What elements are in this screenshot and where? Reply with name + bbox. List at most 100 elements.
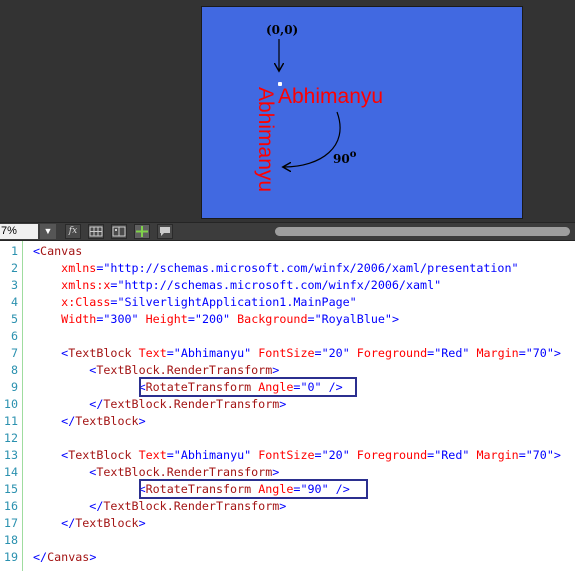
code-token: xmlns:x bbox=[61, 278, 111, 292]
grid-split-icon[interactable] bbox=[111, 224, 127, 239]
line-number: 15 bbox=[3, 482, 18, 496]
code-token: Foreground bbox=[356, 448, 428, 462]
code-text: </TextBlock.RenderTransform> bbox=[33, 396, 286, 413]
code-token: Width bbox=[61, 312, 97, 326]
code-token: "http://schemas.microsoft.com/winfx/2006… bbox=[103, 261, 519, 275]
code-token: > bbox=[553, 448, 561, 462]
code-token: "Red" bbox=[434, 448, 470, 462]
line-number: 7 bbox=[10, 346, 18, 360]
highlight-box-line-15 bbox=[139, 479, 368, 499]
code-line[interactable]: 12 bbox=[0, 430, 575, 447]
code-line[interactable]: 3 xmlns:x="http://schemas.microsoft.com/… bbox=[0, 277, 575, 294]
fx-icon[interactable]: fx bbox=[65, 224, 81, 239]
canvas-preview[interactable]: (0,0) Abhimanyu Abhimanyu 90o bbox=[201, 6, 523, 219]
code-token: = bbox=[166, 346, 174, 360]
angle-label: 90o bbox=[333, 149, 357, 166]
code-line[interactable]: 19 </Canvas> bbox=[0, 549, 575, 566]
code-token: > bbox=[272, 465, 280, 479]
scrollbar-thumb[interactable] bbox=[275, 227, 570, 236]
code-token: Margin bbox=[476, 448, 519, 462]
code-token: Background bbox=[237, 312, 308, 326]
degree-mark: o bbox=[349, 149, 357, 160]
code-token: "200" bbox=[194, 312, 231, 326]
code-token: "http://schemas.microsoft.com/winfx/2006… bbox=[117, 278, 442, 292]
comment-icon[interactable] bbox=[157, 224, 173, 239]
code-token: "20" bbox=[321, 346, 350, 360]
code-line[interactable]: 11 </TextBlock> bbox=[0, 413, 575, 430]
line-number: 13 bbox=[3, 448, 18, 462]
code-line[interactable]: 5 Width="300" Height="200" Background="R… bbox=[0, 311, 575, 328]
code-line[interactable]: 17 </TextBlock> bbox=[0, 515, 575, 532]
rotation-arrow bbox=[284, 111, 341, 167]
design-surface[interactable]: (0,0) Abhimanyu Abhimanyu 90o bbox=[0, 0, 575, 222]
line-number: 3 bbox=[10, 278, 18, 292]
code-token: TextBlock.RenderTransform bbox=[96, 363, 273, 377]
code-text: xmlns="http://schemas.microsoft.com/winf… bbox=[33, 260, 519, 277]
code-text: <TextBlock Text="Abhimanyu" FontSize="20… bbox=[33, 345, 561, 362]
code-token: > bbox=[138, 516, 146, 530]
code-token: Height bbox=[145, 312, 188, 326]
code-token: = bbox=[314, 346, 322, 360]
line-number: 16 bbox=[3, 499, 18, 513]
snap-icon[interactable] bbox=[134, 224, 150, 239]
code-token: "70" bbox=[525, 448, 554, 462]
code-token: FontSize bbox=[258, 346, 315, 360]
code-line[interactable]: 1 <Canvas bbox=[0, 243, 575, 260]
code-line[interactable]: 6 bbox=[0, 328, 575, 345]
angle-value: 90 bbox=[333, 152, 350, 166]
code-token: = bbox=[187, 312, 195, 326]
line-number: 19 bbox=[3, 550, 18, 564]
code-token: = bbox=[314, 448, 322, 462]
code-token: TextBlock.RenderTransform bbox=[96, 465, 273, 479]
code-text: </Canvas> bbox=[33, 549, 96, 566]
code-text: <Canvas bbox=[33, 243, 82, 260]
code-token: </ bbox=[33, 550, 48, 564]
code-token: "RoyalBlue" bbox=[314, 312, 392, 326]
code-token: Margin bbox=[476, 346, 519, 360]
code-line[interactable]: 7 <TextBlock Text="Abhimanyu" FontSize="… bbox=[0, 345, 575, 362]
code-token: TextBlock bbox=[75, 414, 139, 428]
code-text: xmlns:x="http://schemas.microsoft.com/wi… bbox=[33, 277, 441, 294]
code-token: "20" bbox=[321, 448, 350, 462]
line-number: 14 bbox=[3, 465, 18, 479]
textblock-rotated-0[interactable]: Abhimanyu bbox=[278, 86, 383, 107]
code-line[interactable]: 18 bbox=[0, 532, 575, 549]
line-number: 10 bbox=[3, 397, 18, 411]
line-number: 6 bbox=[10, 329, 18, 343]
code-token: = bbox=[518, 346, 526, 360]
line-number: 2 bbox=[10, 261, 18, 275]
code-token: TextBlock bbox=[68, 448, 132, 462]
code-token: </ bbox=[89, 397, 104, 411]
code-line[interactable]: 2 xmlns="http://schemas.microsoft.com/wi… bbox=[0, 260, 575, 277]
code-token: "Abhimanyu" bbox=[173, 346, 252, 360]
line-number: 5 bbox=[10, 312, 18, 326]
line-number: 17 bbox=[3, 516, 18, 530]
code-line[interactable]: 4 x:Class="SilverlightApplication1.MainP… bbox=[0, 294, 575, 311]
code-token: "70" bbox=[525, 346, 554, 360]
code-token: TextBlock bbox=[68, 346, 132, 360]
dropdown-icon[interactable]: ▼ bbox=[40, 224, 56, 239]
code-token: > bbox=[138, 414, 146, 428]
line-number: 8 bbox=[10, 363, 18, 377]
line-number: 18 bbox=[3, 533, 18, 547]
code-token: </ bbox=[89, 499, 104, 513]
designer-toolbar: 7% ▼ fx bbox=[0, 222, 575, 241]
code-token: > bbox=[391, 312, 400, 326]
grid-icon[interactable] bbox=[88, 224, 104, 239]
code-token: < bbox=[33, 244, 41, 258]
code-token: "300" bbox=[103, 312, 139, 326]
zoom-input[interactable]: 7% bbox=[0, 224, 38, 239]
code-line[interactable]: 10 </TextBlock.RenderTransform> bbox=[0, 396, 575, 413]
code-token: TextBlock.RenderTransform bbox=[103, 397, 280, 411]
code-line[interactable]: 13 <TextBlock Text="Abhimanyu" FontSize=… bbox=[0, 447, 575, 464]
code-text: </TextBlock.RenderTransform> bbox=[33, 498, 286, 515]
code-line[interactable]: 16 </TextBlock.RenderTransform> bbox=[0, 498, 575, 515]
line-number: 1 bbox=[10, 244, 18, 258]
code-token: Canvas bbox=[47, 550, 90, 564]
textblock-rotated-90[interactable]: Abhimanyu bbox=[254, 87, 277, 192]
code-token: "Abhimanyu" bbox=[173, 448, 252, 462]
annotation-arrows bbox=[202, 39, 341, 219]
horizontal-scrollbar[interactable] bbox=[275, 227, 570, 236]
